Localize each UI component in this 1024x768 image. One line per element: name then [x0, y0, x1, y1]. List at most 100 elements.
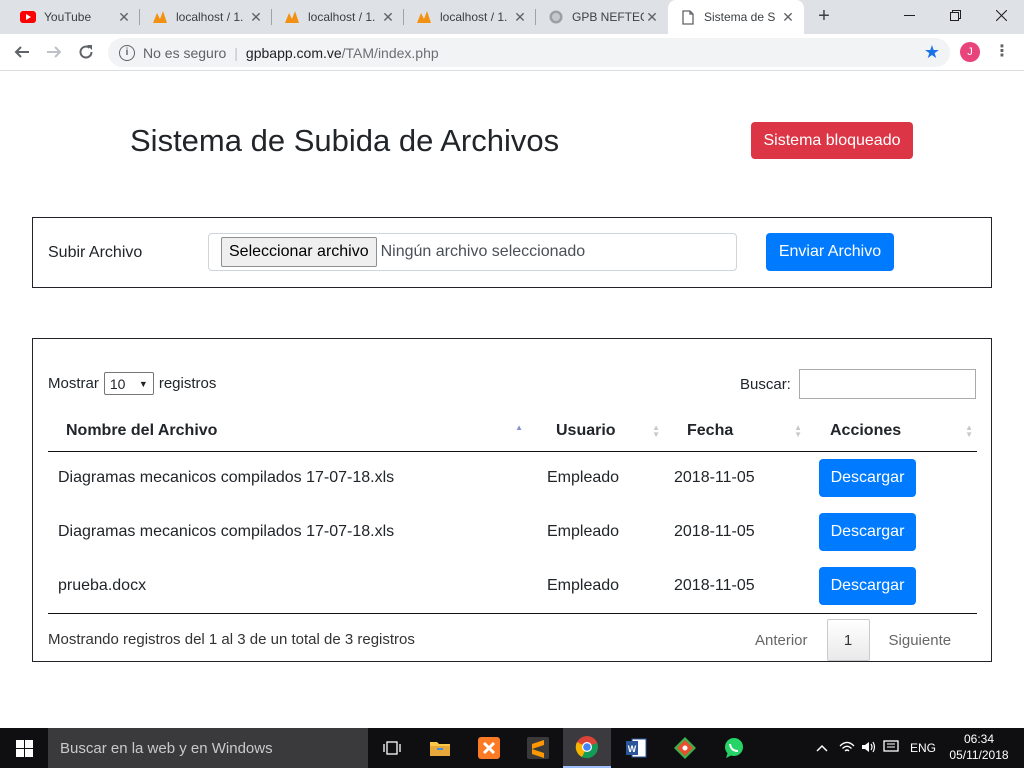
back-button[interactable] — [10, 40, 34, 64]
system-tray: ENG — [812, 728, 936, 768]
close-tab-icon[interactable]: ✕ — [380, 9, 396, 26]
length-suffix: registros — [158, 375, 217, 392]
url-path: /TAM/index.php — [341, 44, 439, 61]
browser-menu-icon[interactable]: ⋮ — [994, 41, 1010, 63]
reload-button[interactable] — [74, 40, 98, 64]
browser-tab-youtube[interactable]: YouTube ✕ — [8, 0, 140, 34]
table-row: Diagramas mecanicos compilados 17-07-18.… — [48, 451, 977, 505]
download-button[interactable]: Descargar — [819, 566, 916, 605]
taskbar-search-box[interactable]: Buscar en la web y en Windows — [48, 728, 368, 768]
submit-file-button[interactable]: Enviar Archivo — [766, 233, 894, 271]
system-locked-button[interactable]: Sistema bloqueado — [751, 122, 913, 159]
next-page-button[interactable]: Siguiente — [889, 632, 952, 649]
table-info: Mostrando registros del 1 al 3 de un tot… — [48, 631, 415, 648]
info-icon[interactable]: i — [119, 44, 135, 61]
sort-icon: ▲ ▼ — [794, 423, 802, 439]
whatsapp-icon[interactable] — [710, 728, 758, 768]
upload-label: Subir Archivo — [48, 244, 143, 261]
tab-title: Sistema de S — [704, 10, 776, 24]
url-host: gpbapp.com.ve — [245, 44, 342, 61]
user-cell: Empleado — [547, 523, 620, 540]
dropdown-caret-icon: ▼ — [138, 378, 148, 389]
page-content: Sistema de Subida de Archivos Sistema bl… — [0, 71, 1024, 728]
close-tab-icon[interactable]: ✕ — [780, 9, 796, 26]
search-input[interactable] — [798, 369, 976, 399]
xampp-icon[interactable] — [465, 728, 513, 768]
close-tab-icon[interactable]: ✕ — [116, 9, 132, 26]
search-label: Buscar: — [740, 375, 791, 393]
phpmyadmin-icon — [284, 9, 300, 25]
address-bar[interactable]: i No es seguro | gpbapp.com.ve/TAM/index… — [108, 38, 950, 67]
task-view-icon[interactable] — [368, 728, 416, 768]
date-cell: 2018-11-05 — [674, 469, 755, 487]
sort-icon: ▲ ▼ — [652, 423, 660, 439]
start-button[interactable] — [0, 728, 48, 768]
page-1-button[interactable]: 1 — [826, 619, 870, 661]
restore-button[interactable] — [932, 0, 978, 30]
download-button[interactable]: Descargar — [819, 459, 916, 498]
forward-button[interactable] — [42, 40, 66, 64]
new-tab-button[interactable]: + — [812, 4, 836, 28]
tab-title: GPB NEFTEG — [572, 10, 644, 24]
file-input[interactable]: Seleccionar archivo Ningún archivo selec… — [208, 233, 737, 271]
volume-icon[interactable] — [858, 741, 880, 756]
sort-ascending-icon: ▲ — [515, 423, 523, 432]
choose-file-button[interactable]: Seleccionar archivo — [221, 237, 377, 267]
close-tab-icon[interactable]: ✕ — [644, 9, 660, 26]
files-table-panel: Mostrar 10 ▼ registros Buscar: Nombre de… — [32, 338, 992, 662]
word-icon[interactable]: W — [612, 728, 660, 768]
language-indicator[interactable]: ENG — [910, 741, 936, 755]
document-icon — [680, 9, 696, 25]
date-cell: 2018-11-05 — [674, 523, 755, 540]
upload-form: Subir Archivo Seleccionar archivo Ningún… — [32, 217, 992, 288]
chevron-up-icon[interactable] — [812, 741, 832, 755]
git-icon[interactable] — [661, 728, 709, 768]
browser-tab-gpb[interactable]: GPB NEFTEG ✕ — [536, 0, 668, 34]
back-arrow-icon — [14, 46, 29, 58]
phpmyadmin-icon — [152, 9, 168, 25]
file-explorer-icon[interactable] — [416, 728, 464, 768]
browser-tab-sistema[interactable]: Sistema de S ✕ — [668, 0, 804, 34]
windows-logo-icon — [15, 739, 33, 757]
notification-icon[interactable] — [880, 739, 902, 757]
tab-title: YouTube — [44, 10, 92, 24]
taskbar-clock[interactable]: 06:34 05/11/2018 — [942, 731, 1016, 763]
windows-taskbar: Buscar en la web y en Windows W ENG 06:3… — [0, 728, 1024, 768]
page-length-value: 10 — [109, 375, 126, 392]
date-cell: 2018-11-05 — [664, 559, 806, 614]
browser-tab-localhost-2[interactable]: localhost / 1. ✕ — [272, 0, 404, 34]
column-header-actions[interactable]: Acciones ▲ ▼ — [806, 412, 977, 452]
reload-icon — [79, 45, 93, 59]
file-name-cell: Diagramas mecanicos compilados 17-07-18.… — [58, 469, 395, 487]
browser-tab-localhost-1[interactable]: localhost / 1. ✕ — [140, 0, 272, 34]
page-length-control: Mostrar 10 ▼ registros — [48, 372, 216, 395]
close-window-button[interactable] — [978, 0, 1024, 30]
minimize-icon — [903, 14, 915, 16]
close-icon — [995, 9, 1007, 21]
table-row: Diagramas mecanicos compilados 17-07-18.… — [48, 505, 977, 559]
download-button[interactable]: Descargar — [819, 513, 916, 551]
sublime-text-icon[interactable] — [514, 728, 562, 768]
clock-date: 05/11/2018 — [949, 748, 1009, 762]
file-name-cell: prueba.docx — [48, 559, 533, 614]
previous-page-button[interactable]: Anterior — [755, 632, 808, 649]
no-file-text: Ningún archivo seleccionado — [380, 243, 586, 260]
security-label: No es seguro — [143, 44, 227, 61]
close-tab-icon[interactable]: ✕ — [248, 9, 264, 26]
column-header-user[interactable]: Usuario ▲ ▼ — [533, 412, 664, 452]
profile-avatar[interactable]: J — [960, 42, 980, 62]
table-row: prueba.docx Empleado 2018-11-05 Descarga… — [48, 559, 977, 614]
clock-time: 06:34 — [963, 732, 995, 746]
restore-icon — [949, 9, 961, 21]
page-length-select[interactable]: 10 ▼ — [103, 372, 154, 395]
column-header-date[interactable]: Fecha ▲ ▼ — [664, 412, 806, 452]
bookmark-star-icon[interactable]: ★ — [924, 42, 940, 63]
browser-tab-localhost-3[interactable]: localhost / 1. ✕ — [404, 0, 536, 34]
browser-toolbar: i No es seguro | gpbapp.com.ve/TAM/index… — [0, 34, 1024, 71]
minimize-button[interactable] — [886, 0, 932, 30]
tab-title: localhost / 1. — [176, 10, 244, 24]
chrome-icon[interactable] — [563, 728, 611, 768]
column-header-name[interactable]: Nombre del Archivo ▲ — [48, 412, 533, 452]
wifi-icon[interactable] — [836, 741, 858, 756]
close-tab-icon[interactable]: ✕ — [512, 9, 528, 26]
